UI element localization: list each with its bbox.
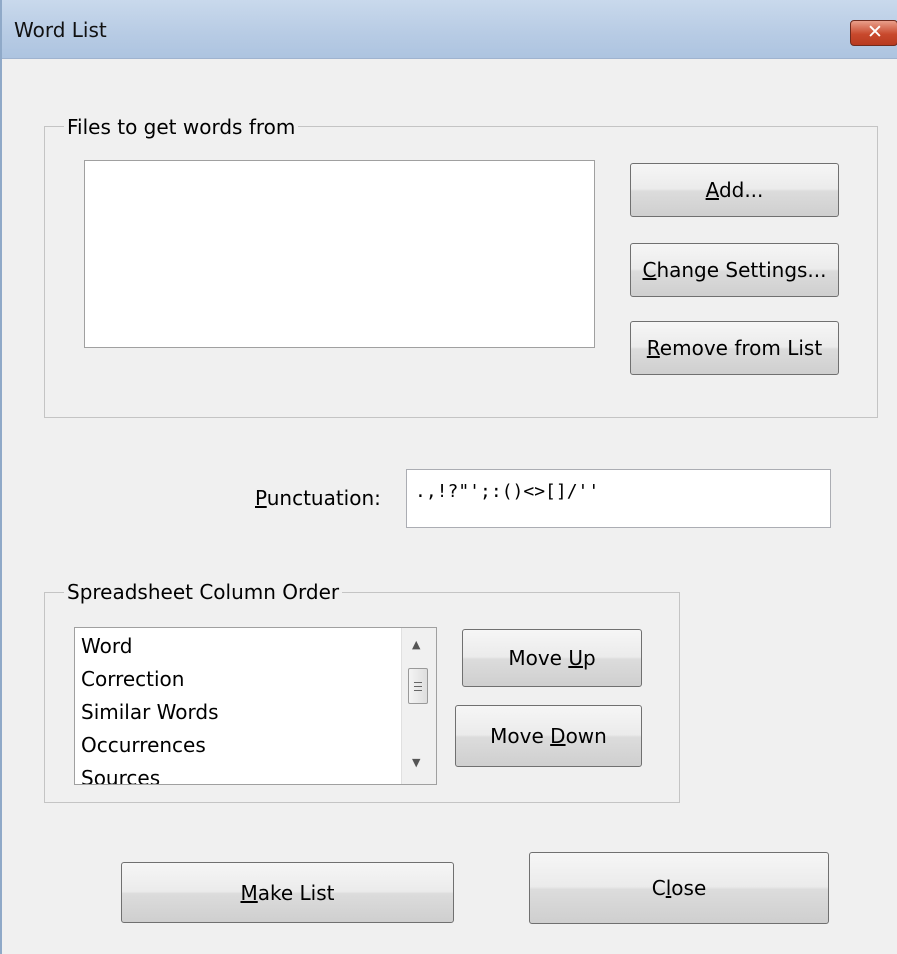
files-listbox[interactable] <box>84 160 595 348</box>
add-file-label: Add... <box>705 178 764 202</box>
punctuation-field[interactable]: .,!?"';:()<>[]/'' <box>406 469 831 528</box>
list-item[interactable]: Similar Words <box>81 700 219 724</box>
list-item[interactable]: Sources <box>81 766 160 784</box>
remove-from-list-label: Remove from List <box>646 336 823 360</box>
move-up-button[interactable]: Move Up <box>462 629 642 687</box>
column-order-listbox[interactable]: Word Correction Similar Words Occurrence… <box>74 627 437 785</box>
change-settings-button[interactable]: Change Settings... <box>630 243 839 297</box>
close-label: Close <box>651 876 707 900</box>
add-file-button[interactable]: Add... <box>630 163 839 217</box>
chevron-up-icon[interactable]: ▲ <box>412 638 420 651</box>
chevron-down-icon[interactable]: ▼ <box>412 756 420 769</box>
list-item[interactable]: Occurrences <box>81 733 206 757</box>
vertical-scrollbar[interactable]: ▲ ▼ <box>401 628 436 784</box>
punctuation-label: Punctuation: <box>255 486 381 510</box>
files-group-title: Files to get words from <box>64 115 299 139</box>
change-settings-label: Change Settings... <box>642 258 827 282</box>
make-list-label: Make List <box>240 880 335 905</box>
move-down-button[interactable]: Move Down <box>455 705 642 767</box>
remove-from-list-button[interactable]: Remove from List <box>630 321 839 375</box>
window-title: Word List <box>14 18 107 42</box>
move-up-label: Move Up <box>508 646 596 670</box>
column-order-group-title: Spreadsheet Column Order <box>64 580 343 604</box>
word-list-dialog: Word List ✕ Files to get words from Add.… <box>0 0 897 954</box>
make-list-button[interactable]: Make List <box>121 862 454 923</box>
title-bar: Word List ✕ <box>2 0 897 59</box>
list-item[interactable]: Correction <box>81 667 184 691</box>
move-down-label: Move Down <box>490 724 607 748</box>
close-button[interactable]: Close <box>529 852 829 924</box>
list-item[interactable]: Word <box>81 634 132 658</box>
close-window-button[interactable]: ✕ <box>850 20 897 46</box>
close-icon: ✕ <box>867 21 883 43</box>
scroll-thumb[interactable] <box>408 668 428 704</box>
